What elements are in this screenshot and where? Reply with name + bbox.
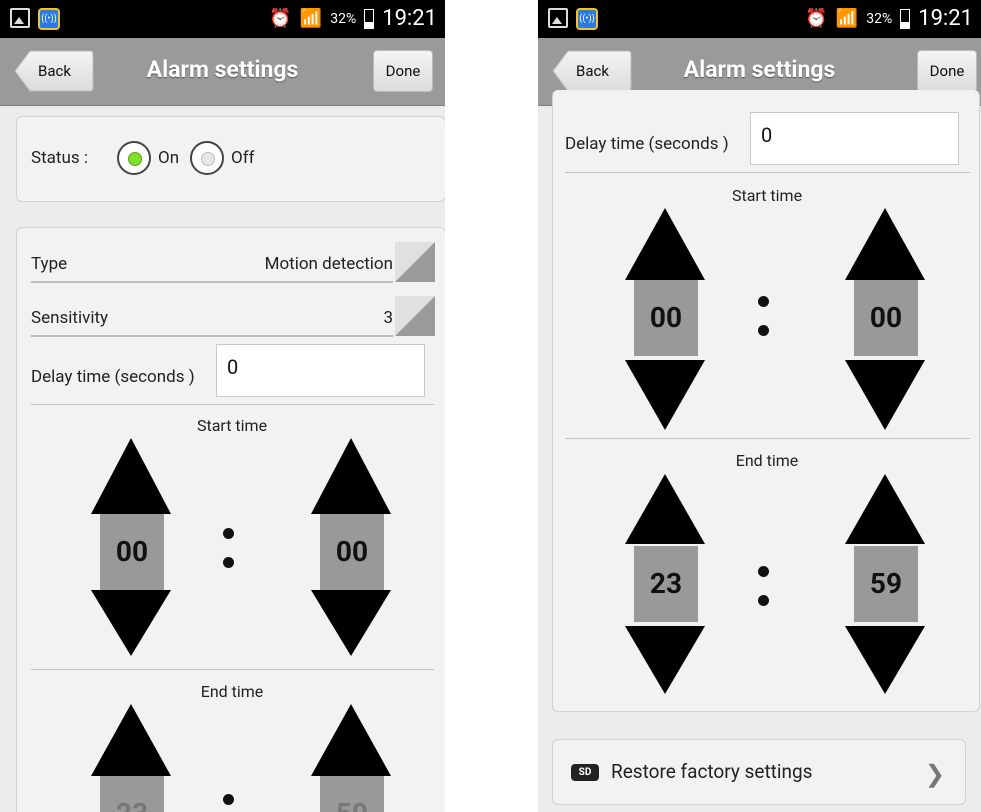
alarm-clock-icon: ⏰ — [269, 8, 292, 29]
dropdown-triangle-icon — [395, 296, 435, 336]
done-button[interactable]: Done — [917, 50, 977, 92]
end-hour-value: 23 — [634, 546, 698, 622]
divider — [31, 669, 434, 670]
right-screen: ((•)) ⏰ 📶 32% 19:21 Back Alarm settings … — [538, 0, 981, 812]
type-label: Type — [31, 254, 68, 274]
title-bar: Back Alarm settings Done — [0, 38, 445, 106]
start-hour-up-arrow[interactable] — [625, 208, 705, 280]
start-hour-down-arrow[interactable] — [91, 590, 171, 656]
status-on-label: On — [158, 148, 180, 168]
status-label: Status : — [31, 148, 88, 168]
start-hour-up-arrow[interactable] — [91, 438, 171, 514]
start-hour-value: 00 — [634, 280, 698, 356]
wifi-icon: 📶 — [299, 8, 323, 29]
divider — [31, 281, 393, 283]
gallery-icon — [548, 8, 568, 28]
end-minute-value: 59 — [854, 546, 918, 622]
status-card: Status : On Off — [16, 116, 445, 202]
sd-card-icon: SD — [571, 764, 599, 781]
battery-percent: 32% — [866, 10, 893, 27]
divider — [565, 438, 970, 439]
divider — [31, 404, 434, 405]
start-time-title: Start time — [731, 186, 803, 205]
delay-label: Delay time (seconds ) — [565, 134, 729, 154]
status-off-radio[interactable] — [190, 141, 224, 175]
time-separator — [223, 794, 235, 812]
end-minute-down-arrow[interactable] — [845, 626, 925, 694]
back-button[interactable]: Back — [14, 50, 94, 92]
sensitivity-value: 3 — [383, 308, 393, 328]
end-time-title: End time — [200, 682, 264, 701]
start-minute-value: 00 — [320, 514, 384, 590]
end-minute-up-arrow[interactable] — [311, 704, 391, 776]
delay-input[interactable]: 0 — [216, 344, 425, 397]
start-minute-down-arrow[interactable] — [311, 590, 391, 656]
start-minute-value: 00 — [854, 280, 918, 356]
sensitivity-row[interactable]: Sensitivity 3 — [17, 284, 445, 338]
time-separator — [758, 296, 770, 336]
settings-card: Delay time (seconds ) 0 Start time 00 00… — [552, 90, 980, 712]
time-separator — [223, 528, 235, 568]
status-off-label: Off — [231, 148, 255, 168]
wifi-icon: 📶 — [835, 8, 859, 29]
start-minute-up-arrow[interactable] — [311, 438, 391, 514]
divider — [565, 172, 970, 173]
end-hour-value: 23 — [100, 776, 164, 812]
delay-input[interactable]: 0 — [750, 112, 959, 165]
end-minute-up-arrow[interactable] — [845, 474, 925, 544]
clock: 19:21 — [918, 6, 973, 31]
type-row[interactable]: Type Motion detection — [17, 228, 445, 282]
dropdown-triangle-icon — [395, 242, 435, 282]
camera-app-icon: ((•)) — [38, 8, 60, 30]
back-button-label: Back — [38, 62, 71, 80]
left-screen: ((•)) ⏰ 📶 32% 19:21 Back Alarm settings … — [0, 0, 445, 812]
time-separator — [758, 566, 770, 606]
status-bar: ((•)) ⏰ 📶 32% 19:21 — [0, 0, 445, 38]
battery-percent: 32% — [330, 10, 357, 27]
type-value: Motion detection — [264, 254, 393, 274]
back-button-label: Back — [576, 62, 609, 80]
alarm-clock-icon: ⏰ — [805, 8, 828, 29]
battery-icon — [364, 8, 375, 29]
end-minute-value: 59 — [320, 776, 384, 812]
end-time-title: End time — [735, 451, 799, 470]
start-minute-up-arrow[interactable] — [845, 208, 925, 280]
sensitivity-label: Sensitivity — [31, 308, 109, 328]
end-hour-up-arrow[interactable] — [625, 474, 705, 544]
back-button[interactable]: Back — [552, 50, 632, 92]
gallery-icon — [10, 8, 30, 28]
divider — [31, 335, 393, 337]
start-hour-value: 00 — [100, 514, 164, 590]
chevron-right-icon: ❯ — [924, 760, 945, 788]
done-button[interactable]: Done — [373, 50, 433, 92]
status-bar: ((•)) ⏰ 📶 32% 19:21 — [538, 0, 981, 38]
end-hour-down-arrow[interactable] — [625, 626, 705, 694]
delay-label: Delay time (seconds ) — [31, 367, 195, 387]
settings-card: Type Motion detection Sensitivity 3 Dela… — [16, 227, 445, 812]
start-time-title: Start time — [196, 416, 268, 435]
camera-app-icon: ((•)) — [576, 8, 598, 30]
battery-icon — [900, 8, 911, 29]
restore-factory-settings-label: Restore factory settings — [611, 760, 813, 783]
restore-factory-settings-row[interactable]: SD Restore factory settings ❯ — [552, 739, 966, 805]
clock: 19:21 — [382, 6, 437, 31]
start-minute-down-arrow[interactable] — [845, 360, 925, 430]
end-hour-up-arrow[interactable] — [91, 704, 171, 776]
status-on-radio[interactable] — [117, 141, 151, 175]
start-hour-down-arrow[interactable] — [625, 360, 705, 430]
